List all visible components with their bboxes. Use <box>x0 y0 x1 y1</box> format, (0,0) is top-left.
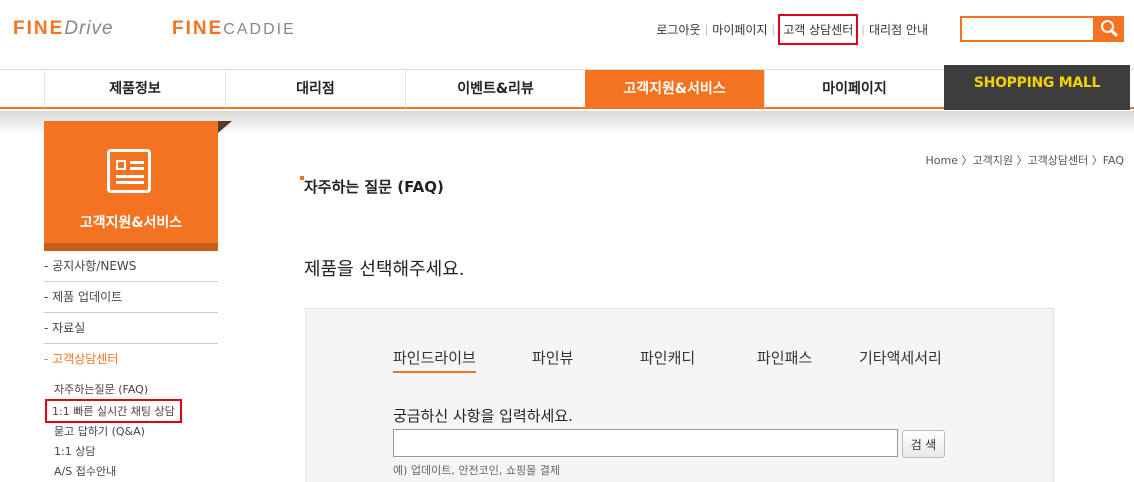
lnb-sub-faq[interactable]: 자주하는질문 (FAQ) <box>54 381 148 397</box>
nav-event-review[interactable]: 이벤트&리뷰 <box>405 70 585 108</box>
main-nav: 제품정보 대리점 이벤트&리뷰 고객지원&서비스 마이페이지 SHOPPING … <box>0 65 1134 110</box>
lnb-item-customer-center[interactable]: - 고객상담센터 <box>44 344 218 375</box>
page-title: 자주하는 질문 (FAQ) <box>300 176 444 196</box>
nav-customer-support[interactable]: 고객지원&서비스 <box>585 70 764 108</box>
header: FINEDrive FINECADDIE 로그아웃 | 마이페이지 | 고객 상… <box>0 0 1134 60</box>
separator: | <box>704 23 709 36</box>
header-search-input[interactable] <box>960 16 1093 42</box>
separator: | <box>771 23 776 36</box>
search-icon <box>1101 20 1114 33</box>
lnb-header: 고객지원&서비스 <box>44 121 232 243</box>
lnb-sub-qna[interactable]: 묻고 답하기 (Q&A) <box>54 423 145 439</box>
finedrive-logo[interactable]: FINEDrive <box>13 18 114 40</box>
logo-fine-text: FINE <box>172 18 224 39</box>
tab-fineview[interactable]: 파인뷰 <box>532 347 573 368</box>
nav-product-info[interactable]: 제품정보 <box>44 70 225 108</box>
nav-dealer[interactable]: 대리점 <box>225 70 405 108</box>
nav-shopping-mall[interactable]: SHOPPING MALL <box>944 65 1130 110</box>
lnb-item-archive[interactable]: - 자료실 <box>44 313 218 344</box>
lnb-divider <box>44 243 218 251</box>
tab-finepass[interactable]: 파인패스 <box>757 347 812 368</box>
faq-search-hint: 예) 업데이트, 안전코인, 쇼핑몰 결제 <box>393 464 560 477</box>
header-search <box>960 16 1124 42</box>
customer-center-link[interactable]: 고객 상담센터 <box>778 14 859 45</box>
lnb-title: 고객지원&서비스 <box>79 215 183 231</box>
logo-drive-text: Drive <box>64 18 114 39</box>
logo-fine-text: FINE <box>13 18 65 39</box>
document-icon <box>107 149 151 193</box>
tab-finecaddie[interactable]: 파인캐디 <box>640 347 695 368</box>
lnb-sub-live-chat[interactable]: 1:1 빠른 실시간 채팅 상담 <box>45 399 182 423</box>
lnb-item-update[interactable]: - 제품 업데이트 <box>44 282 218 313</box>
mypage-link[interactable]: 마이페이지 <box>712 21 767 38</box>
faq-search-label: 궁금하신 사항을 입력하세요. <box>393 407 573 425</box>
logout-link[interactable]: 로그아웃 <box>656 21 700 38</box>
faq-panel: 파인드라이브 파인뷰 파인캐디 파인패스 기타액세서리 궁금하신 사항을 입력하… <box>305 308 1054 482</box>
tab-finedrive[interactable]: 파인드라이브 <box>393 347 476 373</box>
lnb-item-notice[interactable]: - 공지사항/NEWS <box>44 251 218 282</box>
lnb-sub-1on1[interactable]: 1:1 상담 <box>54 443 95 459</box>
lnb-sub-as[interactable]: A/S 접수안내 <box>54 463 116 479</box>
breadcrumb: Home 〉고객지원 〉고객상담센터 〉FAQ <box>925 154 1124 167</box>
lnb-menu: - 공지사항/NEWS - 제품 업데이트 - 자료실 - 고객상담센터 <box>44 251 218 375</box>
header-search-button[interactable] <box>1093 16 1124 42</box>
util-links: 로그아웃 | 마이페이지 | 고객 상담센터 | 대리점 안내 <box>656 14 928 45</box>
faq-search-input[interactable] <box>393 429 898 457</box>
dealer-info-link[interactable]: 대리점 안내 <box>869 21 928 38</box>
logo-caddie-text: CADDIE <box>223 21 296 38</box>
tab-accessories[interactable]: 기타액세서리 <box>859 347 942 368</box>
finecaddie-logo[interactable]: FINECADDIE <box>172 18 296 40</box>
separator: | <box>861 23 865 36</box>
faq-search-button[interactable]: 검 색 <box>902 430 945 458</box>
nav-mypage[interactable]: 마이페이지 <box>764 70 944 108</box>
page-subtitle: 제품을 선택해주세요. <box>304 259 465 280</box>
